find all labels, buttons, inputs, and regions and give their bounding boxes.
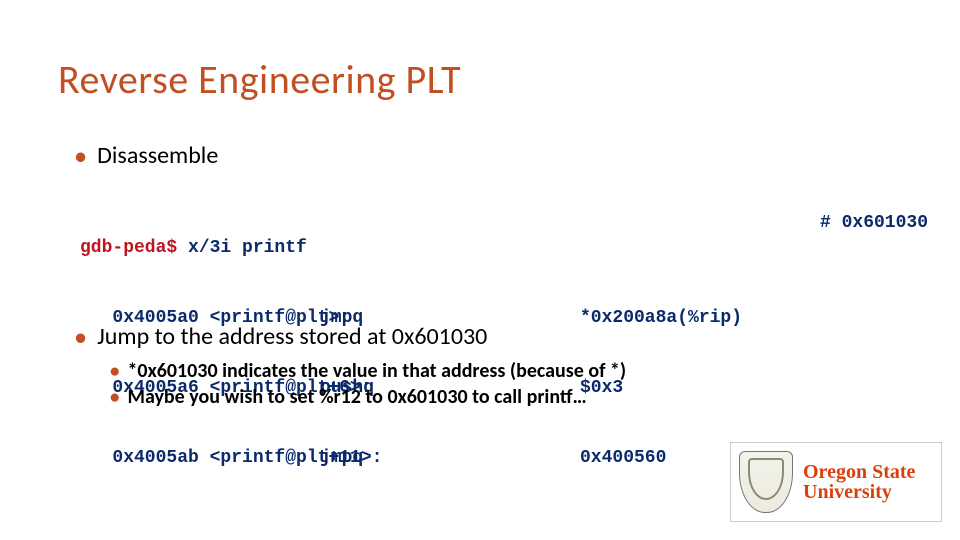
bullet-jump: • Jump to the address stored at 0x601030 [74,322,487,351]
osu-line1: Oregon State [803,462,915,482]
gdb-command: x/3i printf [177,238,307,258]
code-prompt-line: gdb-peda$ x/3i printf [80,237,742,260]
disasm-op: jmpq [320,447,580,470]
osu-line2: University [803,482,915,502]
slide-title: Reverse Engineering PLT [58,55,461,104]
osu-shield-icon [739,451,793,513]
bullet-dot-icon: • [110,360,119,383]
bullet-dot-icon: • [74,144,87,170]
bullet-dot-icon: • [110,386,119,409]
disasm-arg: 0x400560 [580,447,666,470]
osu-logo: Oregon State University [730,442,942,522]
sub-bullet-deref: • *0x601030 indicates the value in that … [110,359,626,383]
sub-bullet-r12: • Maybe you wish to set %r12 to 0x601030… [110,385,587,409]
disasm-addr: 0x4005ab <printf@plt+11>: [80,447,320,470]
disasm-row: 0x4005ab <printf@plt+11>:jmpq0x400560 [80,447,742,470]
code-block: gdb-peda$ x/3i printf 0x4005a0 <printf@p… [80,190,742,517]
bullet-text: Jump to the address stored at 0x601030 [97,322,487,351]
code-comment: # 0x601030 [820,213,928,233]
bullet-disassemble: • Disassemble [74,141,218,170]
bullet-text: Maybe you wish to set %r12 to 0x601030 t… [127,385,586,409]
bullet-dot-icon: • [74,325,87,351]
slide: Reverse Engineering PLT • Disassemble gd… [0,0,960,540]
disasm-arg: *0x200a8a(%rip) [580,307,742,330]
gdb-prompt: gdb-peda$ [80,238,177,258]
bullet-text: Disassemble [97,141,218,170]
osu-wordmark: Oregon State University [803,462,915,503]
bullet-text: *0x601030 indicates the value in that ad… [127,359,626,383]
